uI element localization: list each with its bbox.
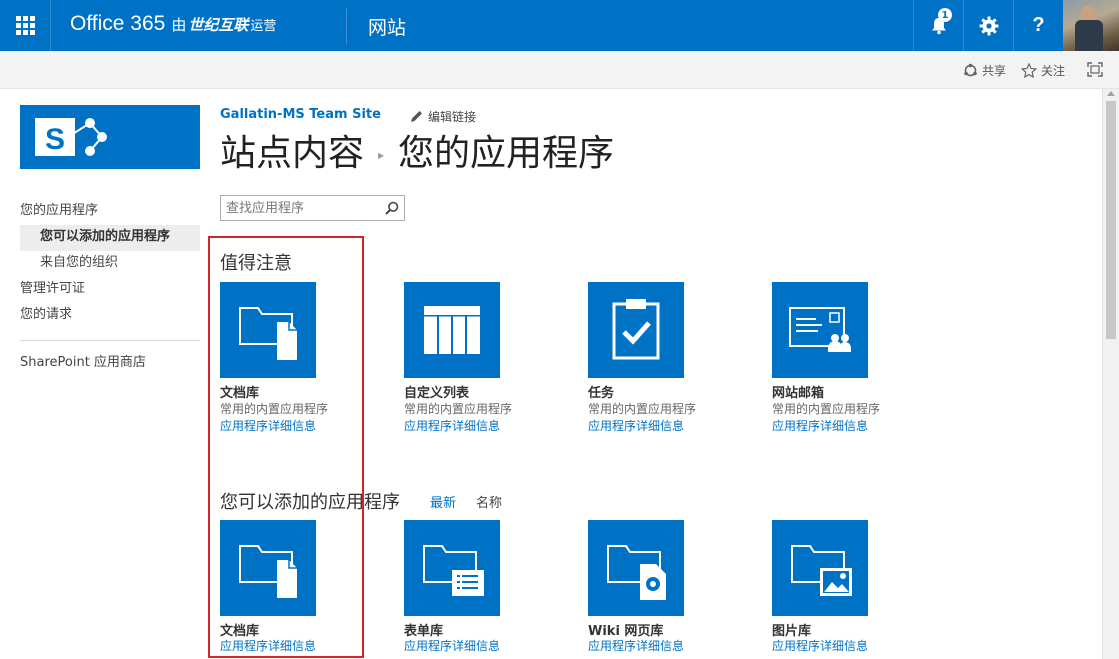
tile-name[interactable]: 自定义列表 xyxy=(404,382,554,401)
share-label: 共享 xyxy=(982,64,1007,78)
tile-description: 常用的内置应用程序 xyxy=(404,402,513,416)
app-details-link[interactable]: 应用程序详细信息 xyxy=(220,418,370,435)
vertical-scrollbar[interactable] xyxy=(1102,89,1119,659)
star-icon xyxy=(1021,63,1037,78)
site-mailbox-icon[interactable] xyxy=(772,282,868,378)
app-details-link[interactable]: 应用程序详细信息 xyxy=(404,638,554,655)
brand-logo[interactable]: Office 365 由 世纪互联 运营 xyxy=(70,12,276,36)
app-tile-tasks[interactable]: 任务 常用的内置应用程序 应用程序详细信息 xyxy=(588,282,738,435)
app-tile-form-library[interactable]: 表单库 应用程序详细信息 xyxy=(404,520,554,655)
nav-sharepoint-store[interactable]: SharePoint 应用商店 xyxy=(20,351,200,377)
app-search-box xyxy=(220,195,405,221)
sharepoint-logo[interactable]: S xyxy=(20,105,200,169)
ribbon-bar: 共享 关注 xyxy=(0,51,1119,89)
waffle-icon xyxy=(15,16,35,35)
noteworthy-heading: 值得注意 xyxy=(220,253,292,274)
tile-name[interactable]: 表单库 xyxy=(404,620,554,639)
tile-name[interactable]: 网站邮箱 xyxy=(772,382,922,401)
app-details-link[interactable]: 应用程序详细信息 xyxy=(772,418,922,435)
app-details-link[interactable]: 应用程序详细信息 xyxy=(772,638,922,655)
brand-operator: 世纪互联 xyxy=(188,17,249,34)
site-title-link[interactable]: Gallatin-MS Team Site xyxy=(220,107,381,122)
app-details-link[interactable]: 应用程序详细信息 xyxy=(220,638,370,655)
custom-list-icon[interactable] xyxy=(404,282,500,378)
notifications-button[interactable]: 1 xyxy=(913,0,963,51)
app-tile-site-mailbox[interactable]: 网站邮箱 常用的内置应用程序 应用程序详细信息 xyxy=(772,282,922,435)
notification-badge: 1 xyxy=(938,8,952,22)
tile-name[interactable]: 文档库 xyxy=(220,382,370,401)
scroll-thumb[interactable] xyxy=(1106,101,1116,339)
nav-apps-you-can-add[interactable]: 您可以添加的应用程序 xyxy=(20,225,200,251)
nav-your-apps[interactable]: 您的应用程序 xyxy=(20,199,200,225)
app-tile-custom-list[interactable]: 自定义列表 常用的内置应用程序 应用程序详细信息 xyxy=(404,282,554,435)
settings-button[interactable] xyxy=(963,0,1013,51)
help-button[interactable]: ? xyxy=(1013,0,1063,51)
tile-description: 常用的内置应用程序 xyxy=(772,402,881,416)
app-tile-document-library[interactable]: 文档库 常用的内置应用程序 应用程序详细信息 xyxy=(220,282,370,435)
nav-manage-licenses[interactable]: 管理许可证 xyxy=(20,277,200,303)
sharepoint-icon: S xyxy=(35,118,107,156)
app-launcher-button[interactable] xyxy=(0,0,51,51)
brand-operator-suffix: 运营 xyxy=(250,18,277,33)
tile-description: 常用的内置应用程序 xyxy=(588,402,697,416)
tasks-icon[interactable] xyxy=(588,282,684,378)
suite-bar: Office 365 由 世纪互联 运营 网站 1 ? xyxy=(0,0,1119,51)
focus-icon xyxy=(1087,62,1103,77)
left-navigation: 您的应用程序 您可以添加的应用程序 来自您的组织 管理许可证 您的请求 Shar… xyxy=(20,199,200,377)
tile-name[interactable]: 任务 xyxy=(588,382,738,401)
app-details-link[interactable]: 应用程序详细信息 xyxy=(588,638,738,655)
wiki-page-library-icon[interactable] xyxy=(588,520,684,616)
follow-button[interactable]: 关注 xyxy=(1021,62,1065,79)
search-icon xyxy=(385,201,399,215)
app-details-link[interactable]: 应用程序详细信息 xyxy=(588,418,738,435)
breadcrumb-current: 您的应用程序 xyxy=(398,133,615,174)
tile-name[interactable]: 图片库 xyxy=(772,620,922,639)
breadcrumb-separator-icon: ▸ xyxy=(378,148,385,162)
pencil-icon xyxy=(411,111,422,122)
gear-icon xyxy=(979,16,998,35)
tile-name[interactable]: 文档库 xyxy=(220,620,370,639)
sites-link[interactable]: 网站 xyxy=(368,13,406,40)
edit-links-label: 编辑链接 xyxy=(428,110,477,124)
brand-by: 由 xyxy=(171,17,187,34)
app-tile-picture-library[interactable]: 图片库 应用程序详细信息 xyxy=(772,520,922,655)
picture-library-icon[interactable] xyxy=(772,520,868,616)
app-tile-document-library-add[interactable]: 文档库 应用程序详细信息 xyxy=(220,520,370,655)
scroll-up-arrow-icon[interactable] xyxy=(1107,91,1115,96)
svg-text:S: S xyxy=(45,123,65,156)
app-details-link[interactable]: 应用程序详细信息 xyxy=(404,418,554,435)
focus-on-content-button[interactable] xyxy=(1087,62,1107,77)
form-library-icon[interactable] xyxy=(404,520,500,616)
share-button[interactable]: 共享 xyxy=(963,62,1006,79)
nav-from-your-organization[interactable]: 来自您的组织 xyxy=(20,251,200,277)
tile-description: 常用的内置应用程序 xyxy=(220,402,329,416)
share-icon xyxy=(964,63,977,77)
follow-label: 关注 xyxy=(1041,64,1066,78)
breadcrumb-site-contents[interactable]: 站点内容 xyxy=(220,124,364,176)
nav-your-requests[interactable]: 您的请求 xyxy=(20,303,200,329)
document-library-icon[interactable] xyxy=(220,520,316,616)
tile-name[interactable]: Wiki 网页库 xyxy=(588,620,738,639)
edit-links-button[interactable]: 编辑链接 xyxy=(410,108,476,125)
nav-divider xyxy=(20,340,200,341)
suite-divider xyxy=(346,8,347,44)
sort-newest-link[interactable]: 最新 xyxy=(430,492,456,511)
page-title: 站点内容 ▸ 您的应用程序 xyxy=(220,124,614,176)
brand-main: Office 365 xyxy=(70,12,166,35)
search-input[interactable] xyxy=(221,196,379,220)
document-library-icon[interactable] xyxy=(220,282,316,378)
sort-name-link[interactable]: 名称 xyxy=(476,492,502,511)
search-button[interactable] xyxy=(383,199,401,217)
app-tile-wiki-page-library[interactable]: Wiki 网页库 应用程序详细信息 xyxy=(588,520,738,655)
apps-you-can-add-heading: 您可以添加的应用程序 xyxy=(220,492,400,513)
user-avatar[interactable] xyxy=(1063,0,1119,51)
